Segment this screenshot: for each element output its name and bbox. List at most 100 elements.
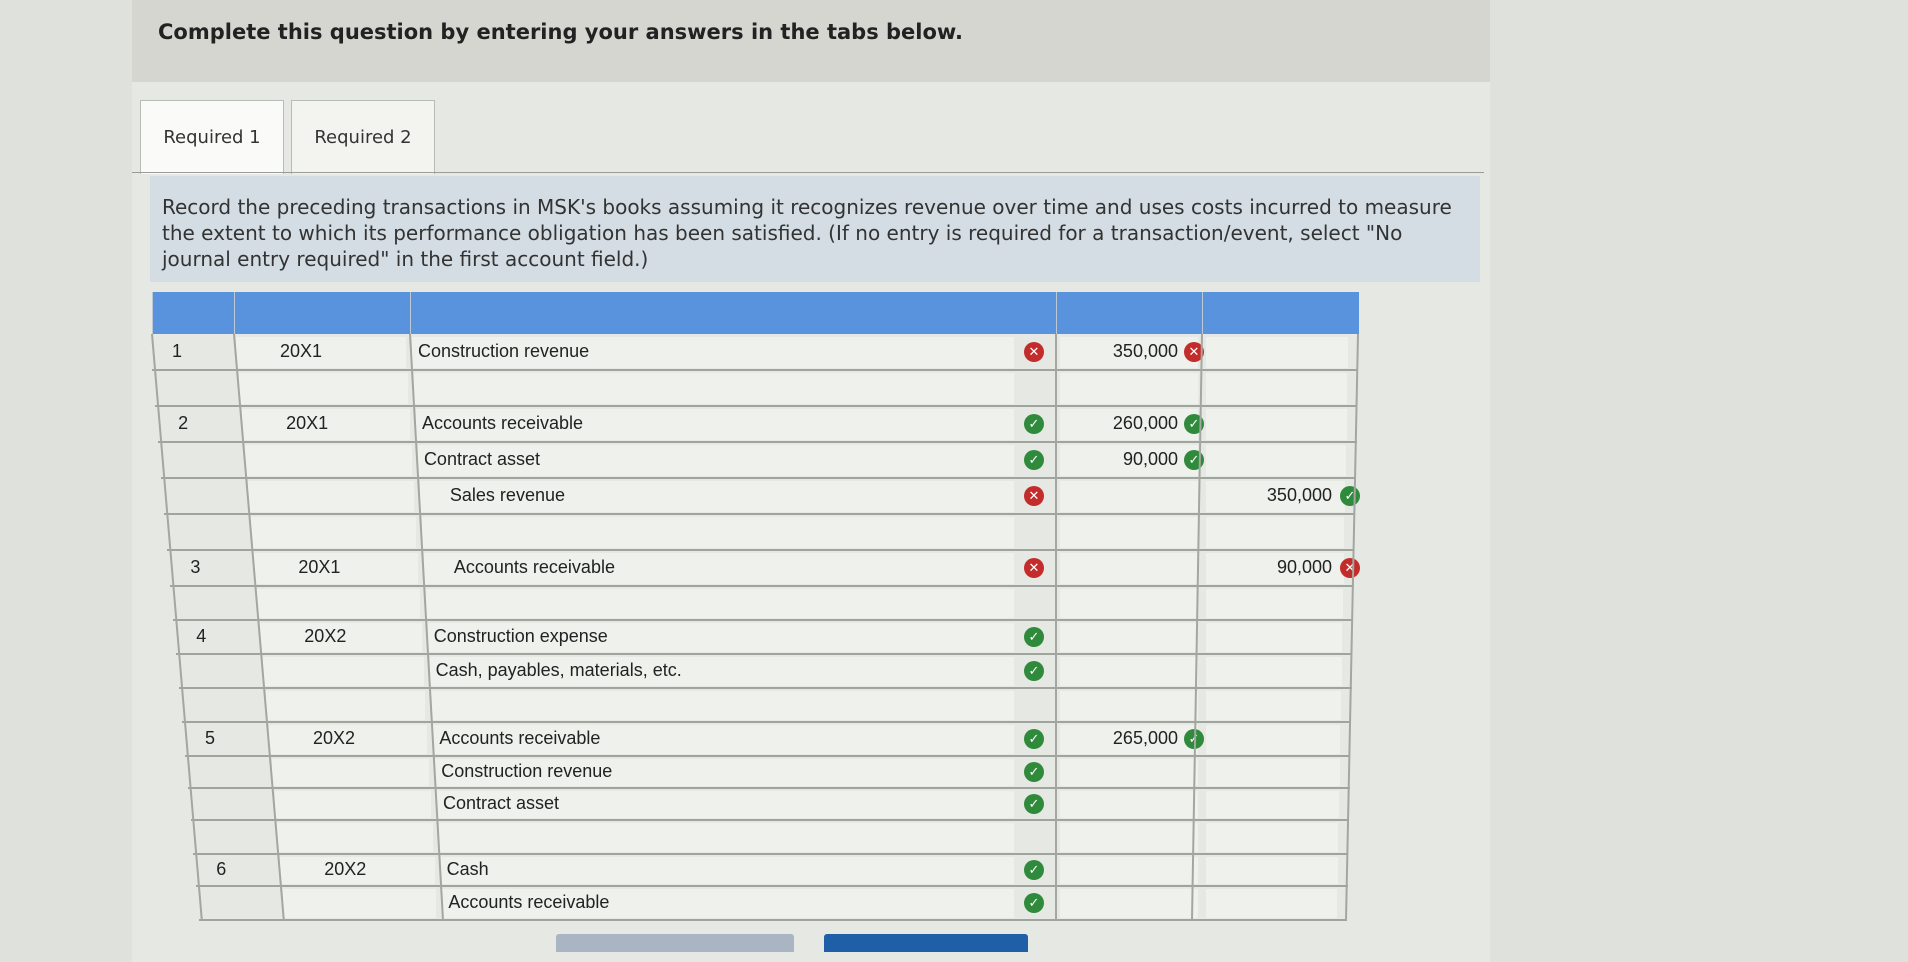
date-cell[interactable] — [257, 589, 420, 618]
instructions-text: Record the preceding transactions in MSK… — [162, 195, 1452, 271]
debit-cell[interactable] — [1060, 481, 1198, 512]
tab-divider — [132, 172, 1484, 173]
x-circle-icon: ✕ — [1340, 558, 1360, 578]
entry-number: 1 — [172, 341, 183, 361]
check-circle-icon: ✓ — [1340, 486, 1360, 506]
date-cell[interactable] — [263, 657, 424, 686]
check-circle-icon: ✓ — [1024, 794, 1044, 814]
credit-cell[interactable] — [1206, 725, 1341, 754]
col-header-general-journal — [410, 292, 1057, 334]
credit-cell[interactable] — [1206, 657, 1342, 686]
check-circle-icon: ✓ — [1184, 450, 1204, 470]
row-divider — [198, 919, 1347, 921]
x-circle-icon: ✕ — [1024, 342, 1044, 362]
check-circle-icon: ✓ — [1024, 450, 1044, 470]
account-name: Accounts receivable — [453, 557, 615, 577]
credit-amount: 350,000 — [1266, 485, 1332, 505]
entry-date: 20X2 — [324, 859, 367, 879]
account-name: Cash, payables, materials, etc. — [435, 660, 682, 680]
entry-number: 3 — [190, 557, 201, 577]
credit-cell[interactable] — [1206, 823, 1339, 852]
check-circle-icon: ✓ — [1024, 762, 1044, 782]
debit-cell[interactable] — [1060, 657, 1198, 686]
date-cell[interactable] — [271, 759, 430, 786]
account-name: Contract asset — [442, 793, 560, 813]
debit-cell[interactable] — [1060, 759, 1198, 786]
check-circle-icon: ✓ — [1024, 414, 1044, 434]
check-circle-icon: ✓ — [1024, 661, 1044, 681]
account-cell[interactable] — [425, 589, 1014, 618]
date-cell[interactable] — [266, 691, 426, 720]
account-cell[interactable] — [421, 517, 1014, 548]
check-circle-icon: ✓ — [1184, 414, 1204, 434]
tab-required-2[interactable]: Required 2 — [291, 100, 435, 174]
tab-required-1[interactable]: Required 1 — [140, 100, 284, 174]
entry-date: 20X2 — [304, 626, 347, 646]
col-header-credit — [1202, 292, 1359, 334]
instructions-panel: Record the preceding transactions in MSK… — [150, 176, 1480, 282]
date-cell[interactable] — [248, 481, 414, 512]
credit-cell[interactable] — [1206, 337, 1348, 368]
debit-cell[interactable] — [1060, 553, 1198, 584]
credit-amount: 90,000 — [1276, 557, 1332, 577]
check-circle-icon: ✓ — [1184, 729, 1204, 749]
account-name: Accounts receivable — [421, 413, 584, 433]
entry-number: 4 — [196, 626, 207, 646]
debit-cell[interactable] — [1060, 623, 1198, 652]
debit-cell[interactable] — [1060, 857, 1198, 884]
check-circle-icon: ✓ — [1024, 893, 1044, 913]
col-header-date — [234, 292, 411, 334]
account-name: Accounts receivable — [439, 728, 601, 748]
debit-cell[interactable] — [1060, 691, 1198, 720]
credit-cell[interactable] — [1206, 373, 1348, 404]
debit-cell[interactable] — [1060, 373, 1198, 404]
date-cell[interactable] — [245, 445, 412, 476]
date-cell[interactable] — [274, 791, 431, 818]
credit-cell[interactable] — [1206, 691, 1341, 720]
credit-cell[interactable] — [1206, 409, 1347, 440]
credit-cell[interactable] — [1206, 623, 1343, 652]
account-name: Sales revenue — [449, 485, 565, 505]
next-button[interactable] — [824, 934, 1028, 952]
debit-cell[interactable] — [1060, 517, 1198, 548]
prev-button[interactable] — [556, 934, 794, 952]
credit-cell[interactable] — [1206, 889, 1337, 918]
credit-cell[interactable] — [1206, 857, 1338, 884]
x-circle-icon: ✕ — [1184, 342, 1204, 362]
account-name: Construction expense — [433, 626, 608, 646]
debit-cell[interactable] — [1060, 589, 1198, 618]
entry-date: 20X1 — [286, 413, 329, 433]
x-circle-icon: ✕ — [1024, 558, 1044, 578]
account-name: Contract asset — [423, 449, 540, 469]
credit-cell[interactable] — [1206, 589, 1343, 618]
account-cell[interactable] — [431, 691, 1014, 720]
account-cell[interactable] — [438, 823, 1014, 852]
account-cell[interactable] — [440, 857, 1014, 884]
debit-amount: 350,000 — [1112, 341, 1178, 361]
entry-date: 20X2 — [312, 728, 356, 748]
debit-cell[interactable] — [1060, 791, 1198, 818]
entry-number: 2 — [178, 413, 189, 433]
credit-cell[interactable] — [1206, 791, 1339, 818]
date-cell[interactable] — [277, 823, 433, 852]
col-header-no — [152, 292, 235, 334]
entry-number: 5 — [204, 728, 215, 748]
entry-date: 20X1 — [298, 557, 341, 577]
date-cell[interactable] — [251, 517, 416, 548]
check-circle-icon: ✓ — [1024, 860, 1044, 880]
credit-cell[interactable] — [1206, 759, 1340, 786]
debit-cell[interactable] — [1060, 889, 1198, 918]
date-cell[interactable] — [239, 373, 408, 404]
debit-cell[interactable] — [1060, 823, 1198, 852]
credit-cell[interactable] — [1206, 517, 1345, 548]
debit-amount: 90,000 — [1122, 449, 1178, 469]
date-cell[interactable] — [282, 889, 437, 918]
account-name: Cash — [446, 859, 489, 879]
entry-date: 20X1 — [280, 341, 323, 361]
question-title: Complete this question by entering your … — [158, 20, 963, 44]
col-header-debit — [1056, 292, 1203, 334]
debit-amount: 260,000 — [1112, 413, 1178, 433]
account-cell[interactable] — [413, 373, 1014, 404]
credit-cell[interactable] — [1206, 445, 1346, 476]
debit-amount: 265,000 — [1112, 728, 1178, 748]
